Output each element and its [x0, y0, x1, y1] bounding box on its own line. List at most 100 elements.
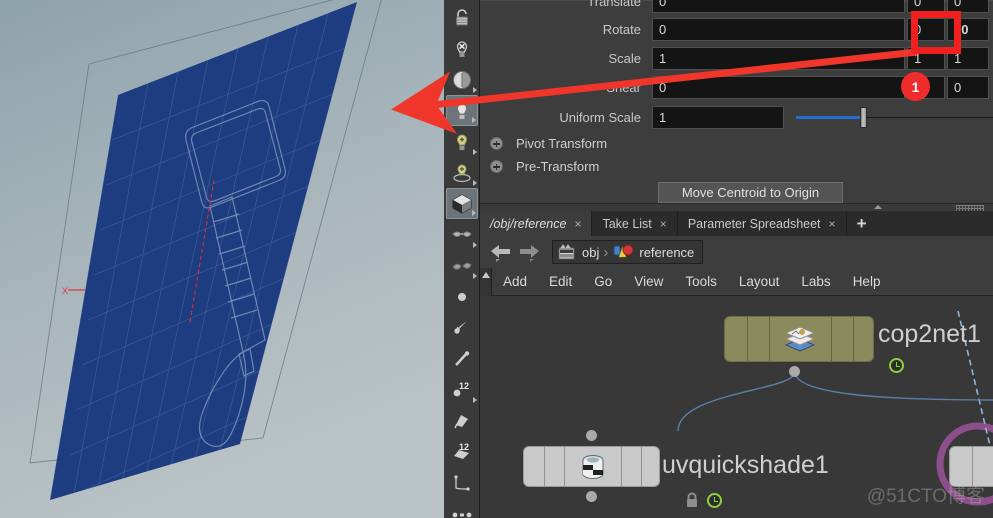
tab-obj-reference[interactable]: /obj/reference × — [480, 211, 593, 236]
breadcrumb-item-reference[interactable]: reference — [612, 243, 694, 261]
expand-plus-icon[interactable] — [490, 137, 503, 150]
shear-y-field[interactable]: 0 — [907, 76, 945, 99]
param-row-translate: Translate 0 0 0 — [480, 0, 993, 15]
tab-label: Parameter Spreadsheet — [687, 216, 821, 231]
chevron-right-icon — [472, 397, 477, 403]
menu-tools[interactable]: Tools — [674, 274, 728, 289]
chevron-right-icon — [472, 180, 477, 186]
uvquickshade-output-port[interactable] — [586, 491, 597, 502]
param-label-shear: Shear — [606, 80, 641, 95]
menu-view[interactable]: View — [623, 274, 674, 289]
uvquickshade-node-label: uvquickshade1 — [662, 451, 829, 479]
uvquickshade-node[interactable] — [523, 446, 660, 487]
menu-add[interactable]: Add — [492, 274, 538, 289]
cop2net-node[interactable] — [724, 316, 874, 362]
cop-network-icon — [784, 326, 816, 352]
point-light-icon[interactable] — [446, 126, 478, 157]
scale-z-field[interactable]: 1 — [947, 47, 989, 70]
expand-plus-icon[interactable] — [490, 160, 503, 173]
breadcrumb[interactable]: obj › reference — [552, 240, 704, 264]
add-tab-button[interactable]: + — [847, 211, 877, 236]
menu-layout[interactable]: Layout — [728, 274, 791, 289]
breadcrumb-label: obj — [582, 244, 600, 260]
pen-icon[interactable] — [446, 343, 478, 374]
parameter-editor: Translate 0 0 0 Rotate 0 0 20 Scale 1 1 … — [480, 0, 993, 212]
uniform-scale-field[interactable]: 1 — [652, 106, 784, 129]
paint-brush-icon[interactable] — [446, 312, 478, 343]
cop2net-clock-badge[interactable] — [889, 358, 904, 373]
slider-fill — [796, 116, 862, 119]
chevron-right-icon — [472, 87, 477, 93]
pre-transform-label: Pre-Transform — [516, 159, 600, 174]
primitive-display-icon[interactable] — [446, 405, 478, 436]
viewport-scene: X — [0, 0, 444, 518]
menu-go[interactable]: Go — [583, 274, 623, 289]
param-label-rotate: Rotate — [602, 22, 641, 37]
uvquickshade-icon — [582, 455, 604, 479]
lock-icon[interactable] — [446, 2, 478, 33]
menu-edit[interactable]: Edit — [538, 274, 583, 289]
translate-x-field[interactable]: 0 — [652, 0, 905, 13]
collapsible-pre-transform[interactable]: Pre-Transform — [480, 153, 993, 180]
uvquickshade-clock-badge[interactable] — [707, 493, 722, 508]
ghost-display-icon[interactable] — [446, 219, 478, 250]
scroll-up-arrow-icon[interactable] — [874, 205, 882, 209]
menu-help[interactable]: Help — [842, 274, 892, 289]
rotate-z-field[interactable]: 20 — [947, 18, 989, 41]
move-centroid-to-origin-button[interactable]: Move Centroid to Origin — [658, 182, 843, 203]
breadcrumb-item-obj[interactable]: obj — [557, 243, 599, 261]
light-off-icon[interactable] — [446, 33, 478, 64]
geometry-object-icon — [613, 244, 634, 258]
param-label-uniform-scale: Uniform Scale — [559, 110, 641, 125]
dots-display-icon[interactable] — [446, 498, 478, 518]
point-display-icon[interactable] — [446, 281, 478, 312]
tab-parameter-spreadsheet[interactable]: Parameter Spreadsheet × — [678, 211, 847, 236]
svg-text:12: 12 — [459, 442, 469, 452]
shading-mode-icon[interactable] — [445, 188, 478, 219]
menu-labs[interactable]: Labs — [790, 274, 841, 289]
rotate-x-field[interactable]: 0 — [652, 18, 905, 41]
close-icon[interactable]: × — [660, 217, 667, 231]
scale-y-field[interactable]: 1 — [907, 47, 945, 70]
viewport-display-toolbar[interactable]: 12 12 — [444, 0, 480, 518]
shear-z-field[interactable]: 0 — [947, 76, 989, 99]
param-row-rotate: Rotate 0 0 20 — [480, 16, 993, 43]
uvquickshade-input-port[interactable] — [586, 430, 597, 441]
cop2net-node-label: cop2net1 — [878, 320, 981, 348]
translate-z-field[interactable]: 0 — [947, 0, 989, 13]
uniform-scale-slider[interactable] — [796, 106, 993, 129]
xray-display-icon[interactable] — [446, 250, 478, 281]
scale-x-field[interactable]: 1 — [652, 47, 905, 70]
network-editor-canvas[interactable]: cop2net1 uvquickshade1 @51CTO博客 — [480, 296, 993, 518]
headlight-icon[interactable] — [445, 95, 478, 126]
breadcrumb-separator: › — [603, 243, 609, 261]
network-sidebar-toggle[interactable] — [480, 267, 492, 296]
back-button[interactable] — [488, 242, 514, 262]
translate-y-field[interactable]: 0 — [907, 0, 945, 13]
point-numbers-icon[interactable]: 12 — [446, 374, 478, 405]
tab-take-list[interactable]: Take List × — [592, 211, 678, 236]
watermark-text: @51CTO博客 — [866, 486, 985, 507]
rotate-y-field[interactable]: 0 — [907, 18, 945, 41]
area-light-icon[interactable] — [446, 157, 478, 188]
chevron-right-icon — [472, 242, 477, 248]
3d-viewport[interactable]: X — [0, 0, 444, 518]
network-editor-menubar[interactable]: Add Edit Go View Tools Layout Labs Help — [480, 267, 993, 296]
uvquickshade-lock-badge[interactable] — [685, 492, 699, 509]
forward-button[interactable] — [516, 242, 542, 262]
svg-text:12: 12 — [459, 381, 469, 391]
ambient-light-icon[interactable] — [446, 64, 478, 95]
shear-x-field[interactable]: 0 — [652, 76, 905, 99]
close-icon[interactable]: × — [829, 217, 836, 231]
wire-cop2net-to-right — [794, 371, 993, 401]
tab-label: /obj/reference — [490, 216, 567, 231]
panel-tab-strip[interactable]: /obj/reference × Take List × Parameter S… — [480, 211, 993, 236]
chevron-right-icon — [471, 210, 476, 216]
close-icon[interactable]: × — [574, 217, 581, 231]
primitive-numbers-icon[interactable]: 12 — [446, 436, 478, 467]
slider-thumb[interactable] — [860, 107, 867, 128]
cop2net-output-port[interactable] — [789, 366, 800, 377]
param-row-uniform-scale: Uniform Scale 1 — [480, 104, 993, 131]
curve-display-icon[interactable] — [446, 467, 478, 498]
chevron-right-icon — [472, 149, 477, 155]
